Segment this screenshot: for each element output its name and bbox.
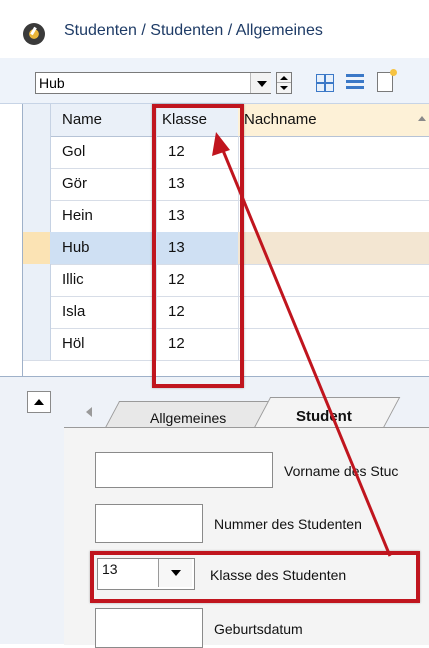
arrow-head <box>212 132 230 156</box>
arrow-line <box>220 147 392 557</box>
annotation-arrow <box>212 132 392 557</box>
